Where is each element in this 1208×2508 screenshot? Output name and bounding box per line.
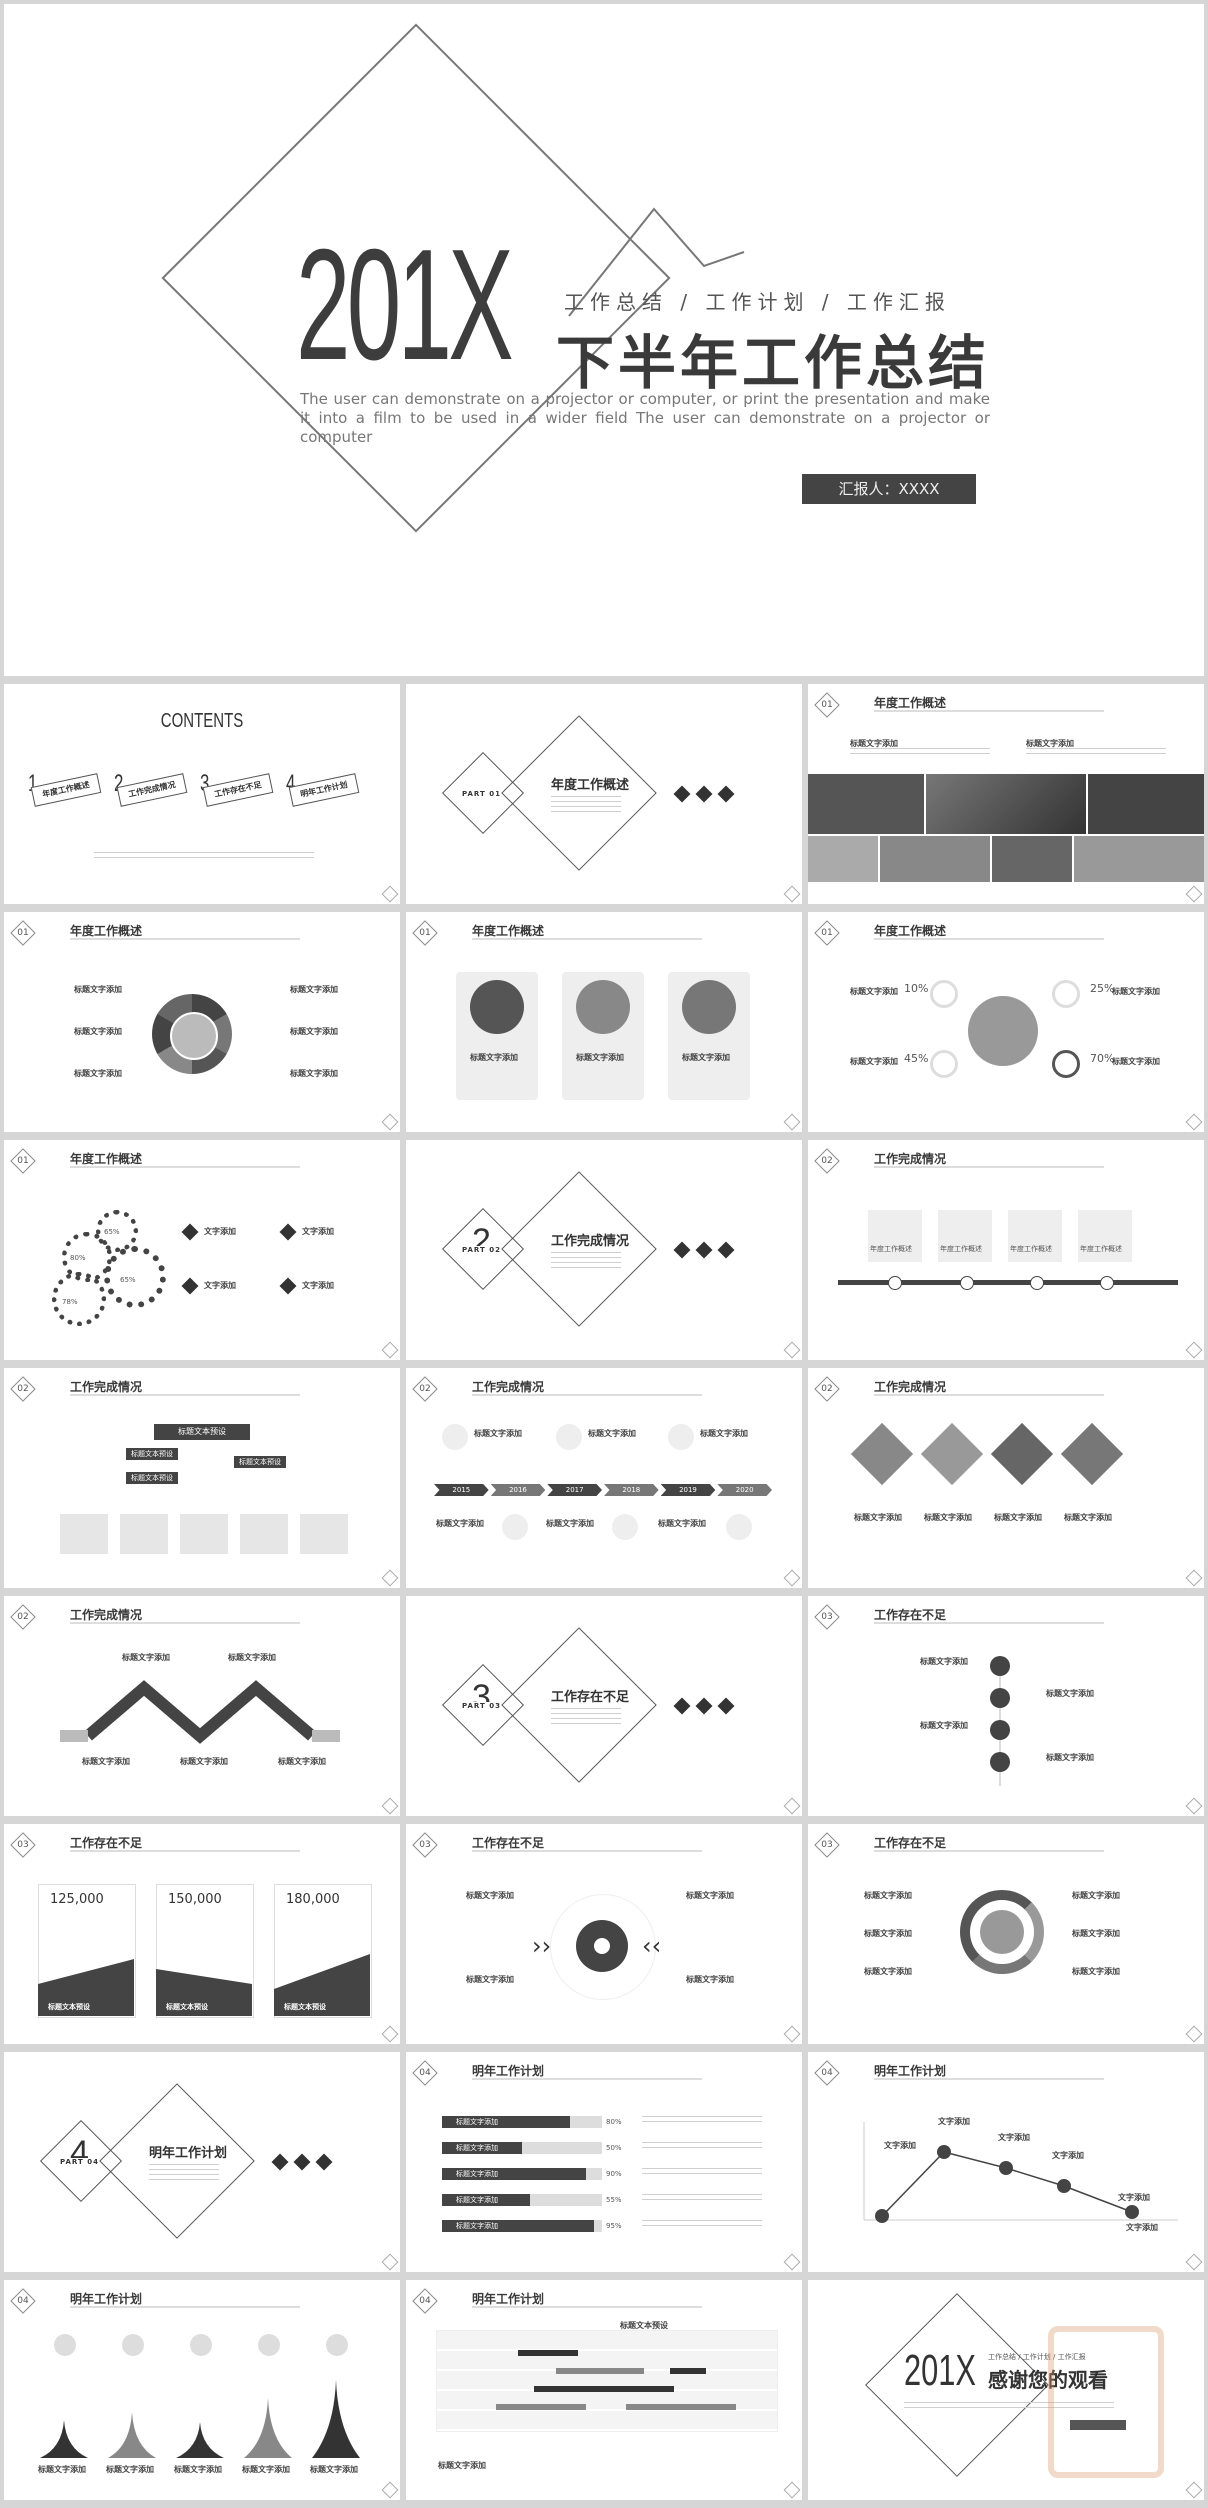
slide-shortfall-list[interactable]: 03 工作存在不足 标题文字添加 标题文字添加 标题文字添加 标题文字添加 — [808, 1596, 1204, 1816]
progress-fill: 标题文字添加 — [442, 2194, 530, 2206]
timeline-year: 2018 — [604, 1484, 659, 1496]
slide-part-02[interactable]: 2 PART 02 工作完成情况 — [406, 1140, 802, 1360]
slide-thanks[interactable]: 201X 工作总结 / 工作计划 / 工作汇报 感谢您的观看 — [808, 2280, 1204, 2500]
progress-value: 55% — [606, 2196, 622, 2204]
progress-bar: 标题文字添加 — [442, 2116, 602, 2128]
cover-year: 201X — [296, 217, 514, 393]
progress-value: 50% — [606, 2144, 622, 2152]
timeline-year: 2019 — [660, 1484, 716, 1496]
slide-shortfall-center[interactable]: 03 工作存在不足 ›› ‹‹ 标题文字添加 标题文字添加 标题文字添加 标题文字… — [406, 1824, 802, 2044]
slide-overview-gears[interactable]: 01 年度工作概述 65% 80% 65% 78% 文字添加 文字添加 文字添加 … — [4, 1140, 400, 1360]
cover-slide[interactable]: 201X 工作总结 / 工作计划 / 工作汇报 下半年工作总结 The user… — [4, 4, 1204, 676]
progress-bar: 标题文字添加 — [442, 2194, 602, 2206]
thanks-year: 201X — [904, 2346, 976, 2395]
timeline-year: 2020 — [717, 1484, 772, 1496]
contents-title: CONTENTS — [160, 710, 244, 732]
contents-item[interactable]: 年度工作概述 — [30, 773, 102, 807]
progress-fill: 标题文字添加 — [442, 2220, 594, 2232]
progress-bar: 标题文字添加 — [442, 2142, 602, 2154]
slide-completion-zigzag[interactable]: 02 工作完成情况 标题文字添加 标题文字添加 标题文字添加 标题文字添加 标题文… — [4, 1596, 400, 1816]
slide-overview-stats[interactable]: 01 年度工作概述 标题文字添加 10% 标题文字添加 45% 25% 标题文字添… — [808, 912, 1204, 1132]
cover-description: The user can demonstrate on a projector … — [300, 390, 990, 446]
slide-completion-timeline[interactable]: 02 工作完成情况 标题文字添加 标题文字添加 标题文字添加 2015 2016 20… — [406, 1368, 802, 1588]
slide-overview-cards[interactable]: 01 年度工作概述 标题文字添加 标题文字添加 标题文字添加 — [406, 912, 802, 1132]
progress-bar: 标题文字添加 — [442, 2168, 602, 2180]
progress-value: 80% — [606, 2118, 622, 2126]
slide-part-04[interactable]: 4 PART 04 明年工作计划 — [4, 2052, 400, 2272]
slide-plan-line[interactable]: 04 明年工作计划 文字添加 文字添加 文字添加 文字添加 文字添加 文字添加 — [808, 2052, 1204, 2272]
slide-plan-gantt[interactable]: 04 明年工作计划 标题文本预设 标题文字添加 — [406, 2280, 802, 2500]
slide-title: 年度工作概述 — [874, 696, 947, 710]
slide-completion-diamonds[interactable]: 02 工作完成情况 标题文字添加 标题文字添加 标题文字添加 标题文字添加 — [808, 1368, 1204, 1588]
slide-part-03[interactable]: 3 PART 03 工作存在不足 — [406, 1596, 802, 1816]
progress-fill: 标题文字添加 — [442, 2142, 522, 2154]
cover-tagline: 工作总结 / 工作计划 / 工作汇报 — [564, 290, 951, 314]
timeline-year: 2016 — [490, 1484, 546, 1496]
progress-fill: 标题文字添加 — [442, 2168, 586, 2180]
contents-item[interactable]: 明年工作计划 — [288, 773, 360, 807]
slide-contents[interactable]: CONTENTS 1 年度工作概述 2 工作完成情况 3 工作存在不足 4 明年工作计划 — [4, 684, 400, 904]
slide-overview-photos[interactable]: 01 年度工作概述 标题文字添加 标题文字添加 — [808, 684, 1204, 904]
slide-plan-peaks[interactable]: 04 明年工作计划 标题文字添加 标题文字添加 标题文字添加 标题文字添加 标题文… — [4, 2280, 400, 2500]
progress-value: 95% — [606, 2222, 622, 2230]
slide-shortfall-cycle[interactable]: 03 工作存在不足 标题文字添加 标题文字添加 标题文字添加 标题文字添加 标题文… — [808, 1824, 1204, 2044]
contents-item[interactable]: 工作完成情况 — [116, 773, 188, 807]
part-label: PART 01 — [462, 790, 501, 798]
slide-shortfall-numbers[interactable]: 03 工作存在不足 125,000 150,000 180,000 标题文本预设 … — [4, 1824, 400, 2044]
reporter-badge: 汇报人：XXXX — [802, 474, 976, 504]
slide-plan-bars[interactable]: 04 明年工作计划 标题文字添加 80% 标题文字添加 50% 标题文字添加 90% 标题文字… — [406, 2052, 802, 2272]
progress-bar: 标题文字添加 — [442, 2220, 602, 2232]
slide-completion-steps[interactable]: 02 工作完成情况 年度工作概述 年度工作概述 年度工作概述 年度工作概述 — [808, 1140, 1204, 1360]
part-title: 年度工作概述 — [551, 778, 630, 793]
progress-value: 90% — [606, 2170, 622, 2178]
slide-overview-ring[interactable]: 01 年度工作概述 标题文字添加 标题文字添加 标题文字添加 标题文字添加 标题文… — [4, 912, 400, 1132]
contents-item[interactable]: 工作存在不足 — [202, 773, 274, 807]
slide-completion-tree[interactable]: 02 工作完成情况 标题文本预设 标题文本预设 标题文本预设 标题文本预设 — [4, 1368, 400, 1588]
slide-part-01[interactable]: PART 01 年度工作概述 — [406, 684, 802, 904]
timeline-year: 2017 — [547, 1484, 602, 1496]
cover-title: 下半年工作总结 — [556, 329, 991, 397]
progress-fill: 标题文字添加 — [442, 2116, 570, 2128]
timeline-year: 2015 — [434, 1484, 489, 1496]
